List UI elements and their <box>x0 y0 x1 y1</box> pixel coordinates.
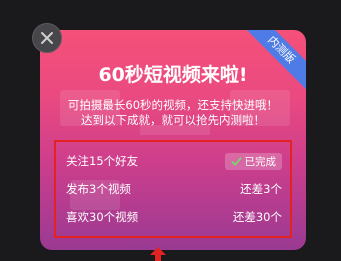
task-status: 已完成 <box>244 155 277 168</box>
subtitle-line: 达到以下成就，就可以抢先内测啦！ <box>81 113 265 127</box>
task-row-publish: 发布3个视频 还差3个 <box>66 180 282 198</box>
close-button[interactable] <box>32 23 62 53</box>
task-label: 关注15个好友 <box>66 154 139 168</box>
dialog-subtitle: 可拍摄最长60秒的视频，还支持快进哦！ 达到以下成就，就可以抢先内测啦！ <box>40 98 306 128</box>
arrow-pointer-icon <box>150 247 166 261</box>
task-row-follow: 关注15个好友 已完成 <box>66 152 282 170</box>
task-status: 还差30个 <box>232 210 282 224</box>
promo-dialog: 内测版 60秒短视频来啦! 可拍摄最长60秒的视频，还支持快进哦！ 达到以下成就… <box>40 30 306 250</box>
achievement-list: 关注15个好友 已完成 发布3个视频 还差3个 喜欢30个视频 还差30个 <box>54 140 292 238</box>
completed-badge: 已完成 <box>224 152 282 170</box>
task-label: 喜欢30个视频 <box>66 210 139 224</box>
task-label: 发布3个视频 <box>66 182 131 196</box>
subtitle-line: 可拍摄最长60秒的视频，还支持快进哦！ <box>67 98 279 112</box>
close-icon <box>41 32 53 44</box>
task-row-like: 喜欢30个视频 还差30个 <box>66 208 282 226</box>
dialog-title: 60秒短视频来啦! <box>98 64 248 86</box>
check-icon <box>230 156 242 166</box>
task-status: 还差3个 <box>240 182 282 196</box>
